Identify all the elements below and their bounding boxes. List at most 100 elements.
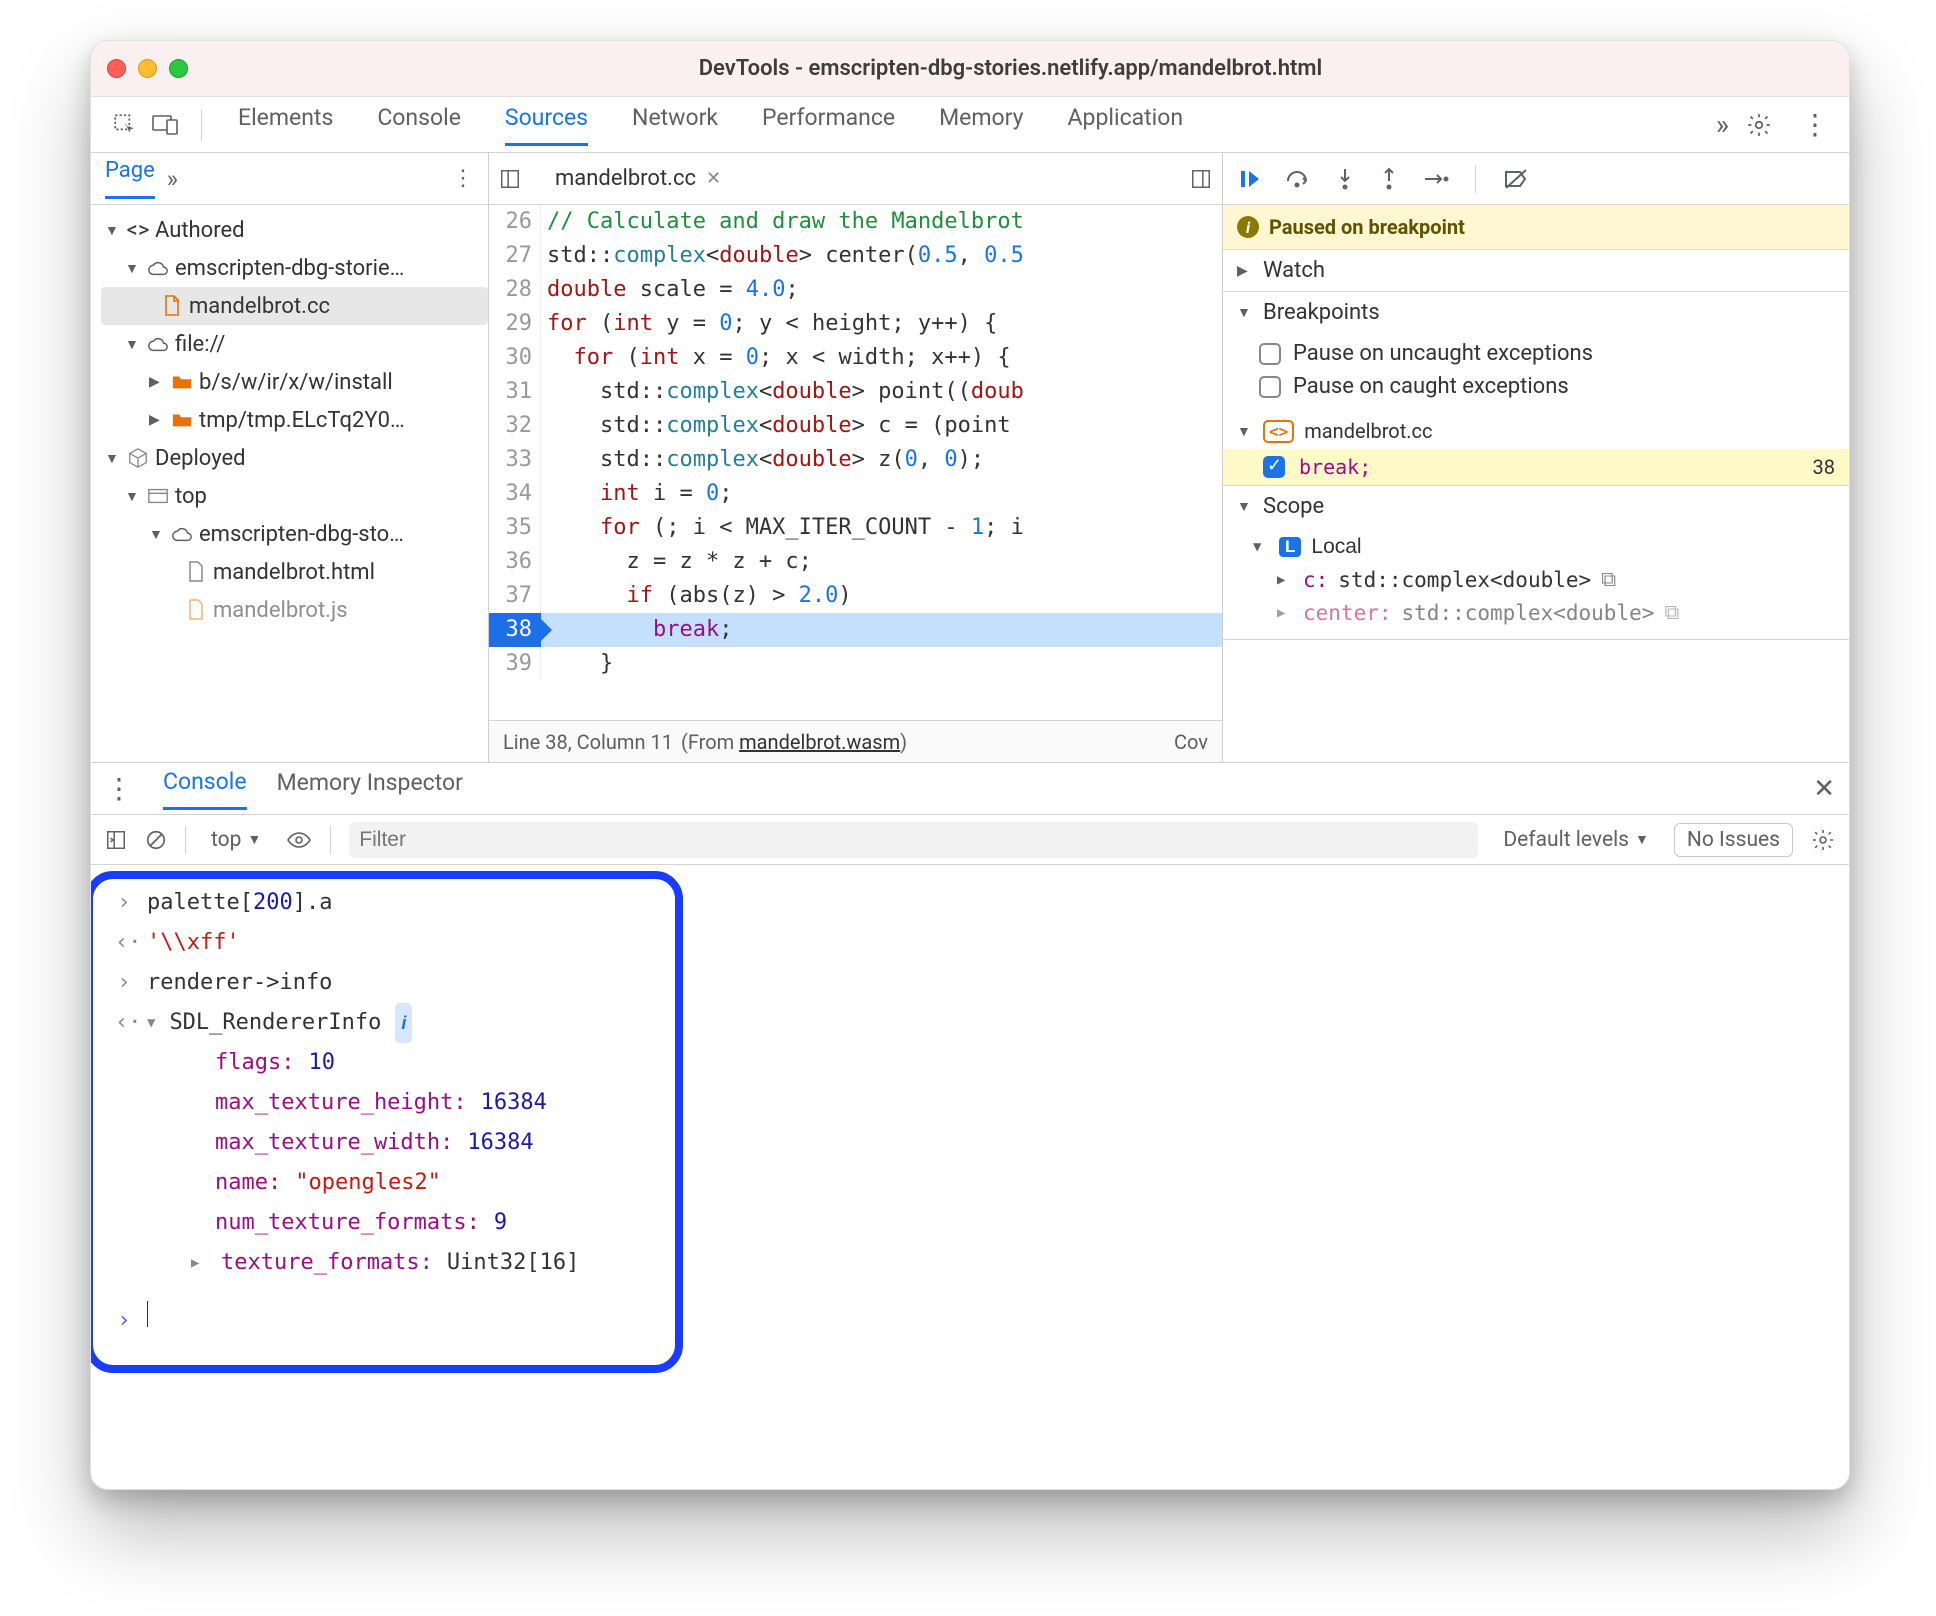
console-prompt[interactable]: › [115,1301,1825,1341]
zoom-window-button[interactable] [169,59,188,78]
code-editor[interactable]: 26// Calculate and draw the Mandelbrot 2… [489,205,1222,720]
cloud-icon [147,333,169,355]
obj-prop-mth: max_texture_height: 16384 [115,1083,1825,1123]
console-input-1: ›palette[200].a [115,883,1825,923]
scope-var-center[interactable]: ▶center: std::complex<double> ⧉ [1243,596,1835,629]
file-tree: ▼<>Authored ▼emscripten-dbg-storie… mand… [91,205,488,635]
window-title: DevTools - emscripten-dbg-stories.netlif… [188,56,1833,81]
step-into-icon[interactable] [1335,167,1355,191]
clear-console-icon[interactable] [145,829,167,851]
navigator-more-icon[interactable]: ⋮ [452,166,474,191]
paused-banner: i Paused on breakpoint [1223,205,1849,250]
tree-file-mandelbrot-cc[interactable]: mandelbrot.cc [101,287,488,325]
scope-section[interactable]: ▼Scope [1223,486,1849,527]
deactivate-breakpoints-icon[interactable] [1502,168,1530,190]
memory-inspector-icon[interactable]: ⧉ [1601,567,1616,592]
tree-js[interactable]: mandelbrot.js [101,591,488,629]
traffic-lights [107,59,188,78]
pause-uncaught-checkbox[interactable]: Pause on uncaught exceptions [1259,337,1835,370]
tree-html[interactable]: mandelbrot.html [101,553,488,591]
obj-prop-name: name: "opengles2" [115,1163,1825,1203]
info-icon: i [1237,216,1259,238]
gear-icon[interactable] [1741,107,1777,143]
info-badge-icon[interactable]: i [395,1003,412,1043]
main-toolbar: Elements Console Sources Network Perform… [91,97,1849,153]
tree-deployed[interactable]: ▼Deployed [101,439,488,477]
scope-var-c[interactable]: ▶c: std::complex<double> ⧉ [1243,563,1835,596]
breakpoint-item[interactable]: break;38 [1223,449,1849,485]
console-filter-input[interactable] [349,822,1478,858]
close-tab-icon[interactable]: ✕ [706,168,721,189]
tree-site-deployed[interactable]: ▼emscripten-dbg-sto… [101,515,488,553]
obj-prop-tf[interactable]: ▶texture_formats: Uint32[16] [115,1243,1825,1283]
step-out-icon[interactable] [1379,167,1399,191]
step-over-icon[interactable] [1285,167,1311,191]
tree-file-scheme[interactable]: ▼file:// [101,325,488,363]
editor-panel: mandelbrot.cc✕ 26// Calculate and draw t… [489,153,1223,762]
navigator-panel: Page » ⋮ ▼<>Authored ▼emscripten-dbg-sto… [91,153,489,762]
tab-console[interactable]: Console [377,104,461,146]
editor-statusbar: Line 38, Column 11 (From mandelbrot.wasm… [489,720,1222,762]
kebab-menu-icon[interactable]: ⋮ [1797,107,1833,143]
tree-folder-a[interactable]: ▶b/s/w/ir/x/w/install [101,363,488,401]
breakpoint-file[interactable]: ▼<>mandelbrot.cc [1223,413,1849,449]
pause-caught-checkbox[interactable]: Pause on caught exceptions [1259,370,1835,403]
toggle-console-sidebar-icon[interactable] [105,829,127,851]
tree-top[interactable]: ▼top [101,477,488,515]
file-icon [161,295,183,317]
log-levels-selector[interactable]: Default levels▼ [1496,825,1656,855]
breakpoint-checkbox[interactable] [1263,456,1285,478]
folder-icon [171,409,193,431]
debugger-panel: i Paused on breakpoint ▶Watch ▼Breakpoin… [1223,153,1849,762]
console-output[interactable]: ›palette[200].a ‹·'\\xff' ›renderer->inf… [91,865,1849,1381]
cloud-icon [171,523,193,545]
tab-application[interactable]: Application [1068,104,1184,146]
obj-prop-flags: flags: 10 [115,1043,1825,1083]
tab-performance[interactable]: Performance [762,104,895,146]
obj-prop-ntf: num_texture_formats: 9 [115,1203,1825,1243]
tree-folder-b[interactable]: ▶tmp/tmp.ELcTq2Y0… [101,401,488,439]
coverage-toggle[interactable]: Cov [1174,730,1208,754]
tab-memory[interactable]: Memory [939,104,1023,146]
status-from: (From mandelbrot.wasm) [681,730,907,754]
toggle-debugger-icon[interactable] [1190,168,1212,190]
overflow-navigator-icon[interactable]: » [167,165,170,193]
live-expression-icon[interactable] [286,831,312,849]
context-selector[interactable]: top▼ [204,825,268,855]
tab-sources[interactable]: Sources [505,104,588,146]
console-output-1: ‹·'\\xff' [115,923,1825,963]
console-settings-icon[interactable] [1811,828,1835,852]
step-icon[interactable] [1423,169,1449,189]
tree-authored[interactable]: ▼<>Authored [101,211,488,249]
device-toolbar-icon[interactable] [147,107,183,143]
file-icon [185,599,207,621]
minimize-window-button[interactable] [138,59,157,78]
watch-section[interactable]: ▶Watch [1223,250,1849,291]
tree-site-authored[interactable]: ▼emscripten-dbg-storie… [101,249,488,287]
issues-button[interactable]: No Issues [1674,823,1793,857]
console-output-2[interactable]: ‹·▼SDL_RendererInfo i [115,1003,1825,1043]
drawer-tab-memory-inspector[interactable]: Memory Inspector [277,769,463,808]
close-window-button[interactable] [107,59,126,78]
angle-brackets-icon: <> [127,219,149,241]
box-icon [127,447,149,469]
cursor-position: Line 38, Column 11 [503,730,673,754]
drawer: ⋮ Console Memory Inspector ✕ top▼ Defaul… [91,763,1849,1381]
scope-local[interactable]: ▼LLocal [1243,531,1835,563]
drawer-more-icon[interactable]: ⋮ [105,772,133,805]
drawer-tab-console[interactable]: Console [163,768,247,810]
titlebar: DevTools - emscripten-dbg-stories.netlif… [91,41,1849,97]
cloud-icon [147,257,169,279]
resume-icon[interactable] [1237,167,1261,191]
breakpoints-section[interactable]: ▼Breakpoints [1223,292,1849,333]
drawer-close-icon[interactable]: ✕ [1813,774,1835,804]
tab-elements[interactable]: Elements [238,104,333,146]
toggle-navigator-icon[interactable] [499,168,529,190]
inspect-element-icon[interactable] [107,107,143,143]
tab-network[interactable]: Network [632,104,718,146]
editor-tab[interactable]: mandelbrot.cc✕ [545,162,731,195]
frame-icon [147,485,169,507]
navigator-tab-page[interactable]: Page [105,158,155,199]
local-badge-icon: L [1279,537,1301,557]
overflow-tabs-icon[interactable]: » [1716,108,1721,141]
